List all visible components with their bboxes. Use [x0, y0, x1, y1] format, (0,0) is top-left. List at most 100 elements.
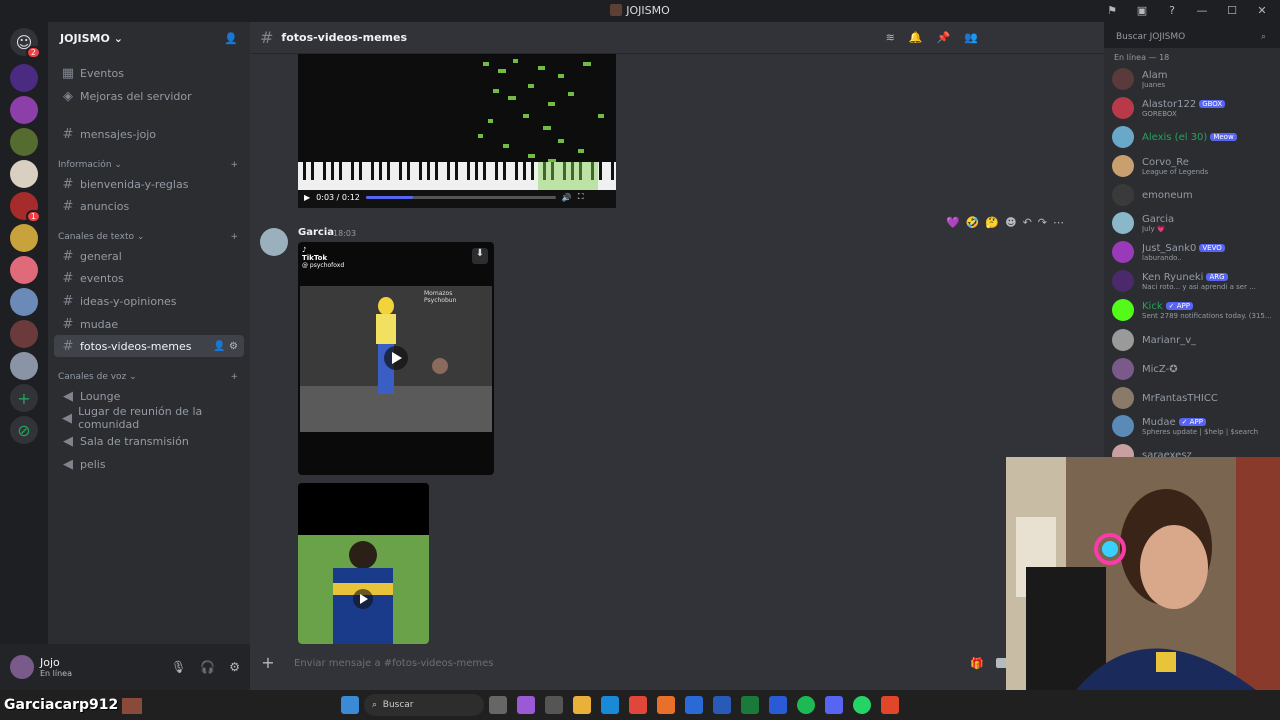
- plus-icon[interactable]: +: [230, 160, 238, 170]
- firefox-icon[interactable]: [657, 696, 675, 714]
- member-item[interactable]: emoneum: [1112, 184, 1280, 206]
- message-composer[interactable]: + Enviar mensaje a #fotos-videos-memes 🎁: [258, 650, 1008, 676]
- member-item[interactable]: Alexis (el 30) Meow: [1112, 126, 1280, 148]
- category-informacion[interactable]: Información ⌄ +: [58, 160, 238, 170]
- server-icon[interactable]: [10, 160, 38, 188]
- reply-icon[interactable]: ↶: [1023, 216, 1032, 229]
- server-icon[interactable]: [10, 96, 38, 124]
- video-progress-bar[interactable]: [365, 195, 556, 199]
- maximize-button[interactable]: ☐: [1224, 2, 1240, 18]
- category-texto[interactable]: Canales de texto ⌄ +: [58, 232, 238, 242]
- server-icon[interactable]: [10, 224, 38, 252]
- channel-settings-icons[interactable]: 👤 ⚙: [213, 341, 238, 352]
- discord-icon[interactable]: [825, 696, 843, 714]
- member-item[interactable]: Garcia July 💗: [1112, 212, 1280, 234]
- add-member-icon[interactable]: 👤: [224, 32, 238, 45]
- server-icon[interactable]: [10, 256, 38, 284]
- voice-channel-lounge[interactable]: ◀ Lounge: [54, 385, 244, 407]
- member-item[interactable]: Alam Juanes: [1112, 68, 1280, 90]
- channel-mensajes-jojo[interactable]: # mensajes-jojo: [54, 123, 244, 145]
- windows-start-icon[interactable]: [341, 696, 359, 714]
- whatsapp-icon[interactable]: [853, 696, 871, 714]
- taskbar-search[interactable]: ⌕ Buscar: [364, 694, 484, 716]
- think-reaction-icon[interactable]: 🤔: [985, 216, 999, 229]
- forward-icon[interactable]: ↷: [1038, 216, 1047, 229]
- member-item[interactable]: Alastor122 GBOX GOREBOX: [1112, 97, 1280, 119]
- member-list-icon[interactable]: 👥: [964, 31, 978, 44]
- laugh-reaction-icon[interactable]: 🤣: [966, 216, 980, 229]
- channel-general[interactable]: # general: [54, 245, 244, 267]
- channel-anuncios[interactable]: # anuncios: [54, 195, 244, 217]
- brave-icon[interactable]: [881, 696, 899, 714]
- channel-ideas[interactable]: # ideas-y-opiniones: [54, 290, 244, 312]
- channel-eventos[interactable]: # eventos: [54, 267, 244, 289]
- avatar[interactable]: [10, 655, 34, 679]
- voice-channel-pelis[interactable]: ◀ pelis: [54, 453, 244, 475]
- explore-icon[interactable]: ⊘: [10, 416, 38, 444]
- server-icon[interactable]: [10, 352, 38, 380]
- tiktok-video[interactable]: ♪ TikTok @ psychofoxd ⬇ Momazos Psychobu…: [298, 242, 494, 475]
- category-voz[interactable]: Canales de voz ⌄ +: [58, 372, 238, 382]
- sidebar-item-mejoras[interactable]: ◈ Mejoras del servidor: [54, 85, 244, 107]
- more-icon[interactable]: ⋯: [1053, 216, 1064, 229]
- add-reaction-icon[interactable]: ☻: [1005, 216, 1016, 229]
- member-item[interactable]: Corvo_Re League of Legends: [1112, 155, 1280, 177]
- close-button[interactable]: ✕: [1254, 2, 1270, 18]
- help-icon[interactable]: ?: [1164, 2, 1180, 18]
- volume-icon[interactable]: 🔊: [562, 193, 572, 202]
- channel-mudae[interactable]: # mudae: [54, 313, 244, 335]
- discord-home-icon[interactable]: ☺ 2: [10, 28, 41, 59]
- server-header[interactable]: JOJISMO ⌄ 👤: [48, 22, 250, 54]
- member-item[interactable]: Mudae ✓ APP Spheres update | $help | $sear…: [1112, 415, 1280, 437]
- gift-icon[interactable]: 🎁: [970, 657, 984, 670]
- server-icon[interactable]: 1: [10, 192, 41, 223]
- plus-icon[interactable]: +: [230, 372, 238, 382]
- sidebar-item-eventos[interactable]: ▦ Eventos: [54, 62, 244, 84]
- play-icon[interactable]: ▶: [304, 193, 310, 202]
- add-server-icon[interactable]: +: [10, 384, 38, 412]
- message-author[interactable]: Garcia: [298, 227, 334, 238]
- store-icon[interactable]: [685, 696, 703, 714]
- screen-icon[interactable]: ▣: [1134, 2, 1150, 18]
- copilot-icon[interactable]: [517, 696, 535, 714]
- app-icon[interactable]: [545, 696, 563, 714]
- settings-icon[interactable]: ⚙: [229, 660, 240, 674]
- heart-reaction-icon[interactable]: 💜: [946, 216, 960, 229]
- member-item[interactable]: MicZ-✪: [1112, 358, 1280, 380]
- server-icon[interactable]: [10, 64, 38, 92]
- zoom-icon[interactable]: [769, 696, 787, 714]
- chrome-icon[interactable]: [629, 696, 647, 714]
- minimize-button[interactable]: —: [1194, 2, 1210, 18]
- member-item[interactable]: Kick ✓ APP Sent 2789 notifications today. …: [1112, 299, 1280, 321]
- channel-bienvenida[interactable]: # bienvenida-y-reglas: [54, 173, 244, 195]
- server-icon[interactable]: [10, 128, 38, 156]
- inbox-icon[interactable]: ⚑: [1104, 2, 1120, 18]
- channel-fotos-videos-memes[interactable]: # fotos-videos-memes 👤 ⚙: [54, 335, 244, 357]
- headphones-icon[interactable]: 🎧: [200, 660, 215, 674]
- voice-channel-lugar[interactable]: ◀ Lugar de reunión de la comunidad: [54, 405, 244, 431]
- microphone-icon[interactable]: 🎙: [171, 660, 186, 674]
- search-input[interactable]: Buscar JOJISMO ⌕: [1110, 28, 1272, 48]
- file-explorer-icon[interactable]: [573, 696, 591, 714]
- tiktok-video[interactable]: [298, 483, 429, 644]
- bell-icon[interactable]: 🔔: [909, 31, 923, 44]
- member-item[interactable]: MrFantasTHICC: [1112, 387, 1280, 409]
- member-item[interactable]: Just_Sank0 VEVO laburando..: [1112, 241, 1280, 263]
- plus-icon[interactable]: +: [230, 232, 238, 242]
- spotify-icon[interactable]: [797, 696, 815, 714]
- attach-icon[interactable]: +: [258, 653, 278, 673]
- message-avatar[interactable]: [260, 228, 288, 256]
- server-icon[interactable]: [10, 288, 38, 316]
- word-icon[interactable]: [713, 696, 731, 714]
- server-icon[interactable]: [10, 320, 38, 348]
- threads-icon[interactable]: ≋: [886, 31, 895, 44]
- member-item[interactable]: Marianr_v_: [1112, 329, 1280, 351]
- download-icon[interactable]: ⬇: [472, 248, 488, 264]
- task-view-icon[interactable]: [489, 696, 507, 714]
- member-item[interactable]: Ken Ryuneki ARG Naci roto... y asi aprendi…: [1112, 270, 1280, 292]
- edge-icon[interactable]: [601, 696, 619, 714]
- video-player[interactable]: ▶ 0:03 / 0:12 🔊 ⛶: [298, 54, 616, 208]
- voice-channel-sala[interactable]: ◀ Sala de transmisión: [54, 430, 244, 452]
- pin-icon[interactable]: 📌: [937, 31, 951, 44]
- excel-icon[interactable]: [741, 696, 759, 714]
